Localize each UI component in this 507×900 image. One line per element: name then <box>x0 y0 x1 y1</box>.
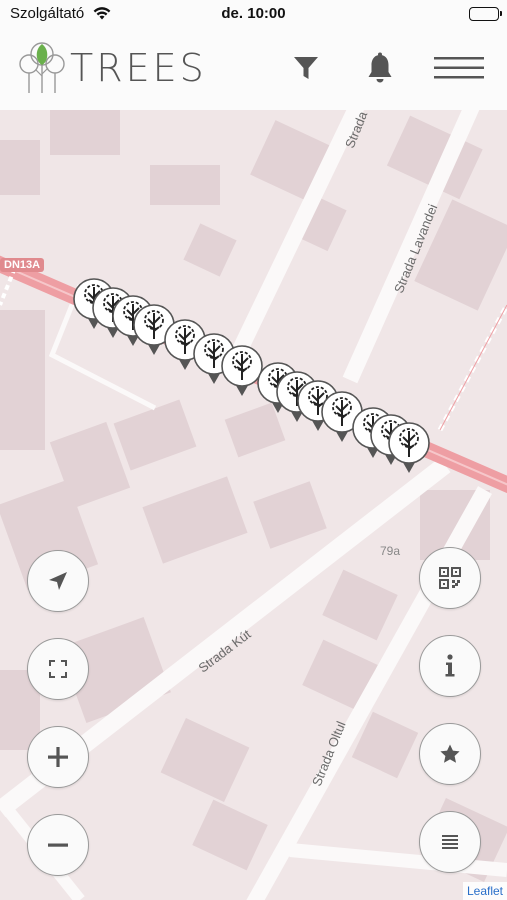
qr-code-icon <box>439 567 461 589</box>
filter-icon <box>294 57 318 79</box>
app-header: TREES <box>0 28 507 110</box>
zoom-out-button[interactable] <box>27 814 89 876</box>
house-number: 79a <box>380 544 401 558</box>
list-button[interactable] <box>419 811 481 873</box>
menu-icon <box>434 57 484 79</box>
zoom-in-icon <box>48 747 68 767</box>
notifications-button[interactable] <box>360 48 400 88</box>
fullscreen-icon <box>49 660 67 678</box>
clock: de. 10:00 <box>221 5 286 22</box>
menu-button[interactable] <box>432 48 486 88</box>
zoom-in-button[interactable] <box>27 726 89 788</box>
trees-logo <box>19 42 65 93</box>
fullscreen-button[interactable] <box>27 638 89 700</box>
list-icon <box>442 835 458 849</box>
leaflet-attribution[interactable]: Leaflet <box>462 882 507 900</box>
locate-button[interactable] <box>27 550 89 612</box>
favorites-button[interactable] <box>419 723 481 785</box>
zoom-out-icon <box>48 843 68 847</box>
status-bar: Szolgáltató de. 10:00 <box>0 0 507 28</box>
info-icon <box>445 654 455 677</box>
road-badge: DN13A <box>0 258 45 272</box>
map-view[interactable]: DN13A Strada Strada Lavandei Strada Kút … <box>0 109 507 900</box>
locate-icon <box>49 572 67 590</box>
star-icon <box>440 744 460 763</box>
bell-icon <box>368 52 392 83</box>
brand-title: TREES <box>70 46 207 90</box>
filter-button[interactable] <box>286 48 326 88</box>
app-screen: Szolgáltató de. 10:00 TREES DN13A Strada… <box>0 0 507 900</box>
battery-icon <box>469 7 502 21</box>
qr-scan-button[interactable] <box>419 547 481 609</box>
tree-marker[interactable] <box>387 421 431 477</box>
info-button[interactable] <box>419 635 481 697</box>
